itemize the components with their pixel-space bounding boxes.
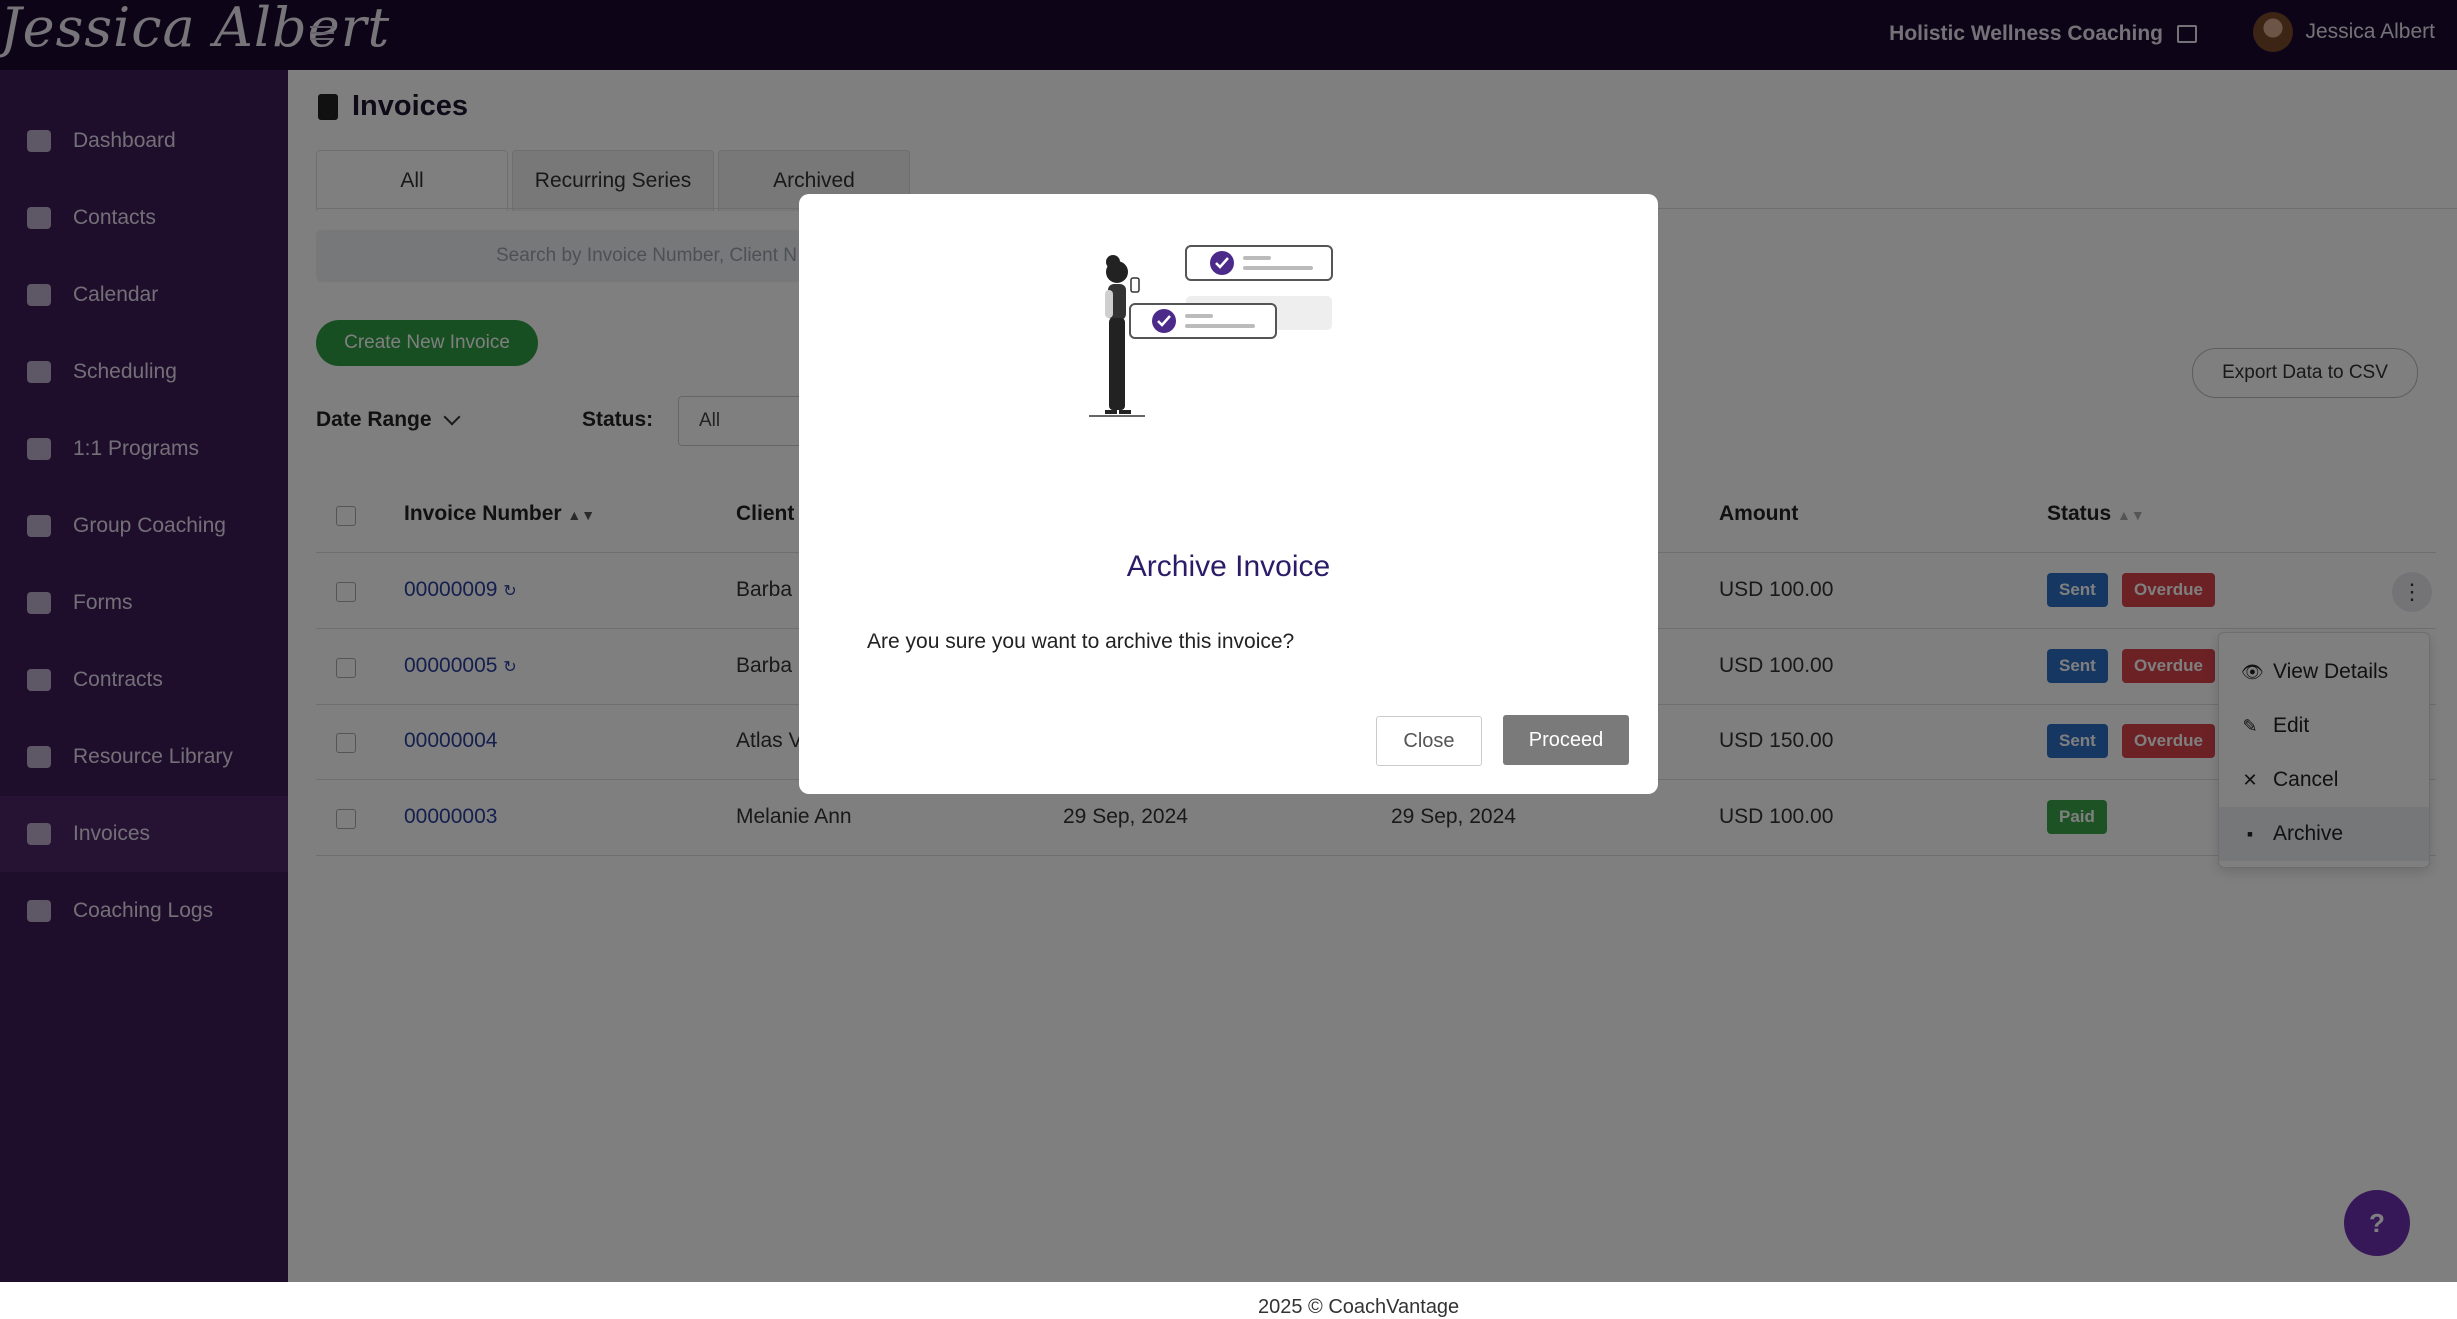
footer-text: 2025 © CoachVantage xyxy=(1258,1296,1460,1318)
close-button[interactable]: Close xyxy=(1376,716,1482,766)
archive-invoice-dialog: Archive Invoice Are you sure you want to… xyxy=(799,194,1658,794)
dialog-message: Are you sure you want to archive this in… xyxy=(867,630,1295,653)
dialog-title: Archive Invoice xyxy=(1126,550,1331,583)
archive-illustration xyxy=(1089,245,1333,417)
proceed-button[interactable]: Proceed xyxy=(1503,715,1629,765)
